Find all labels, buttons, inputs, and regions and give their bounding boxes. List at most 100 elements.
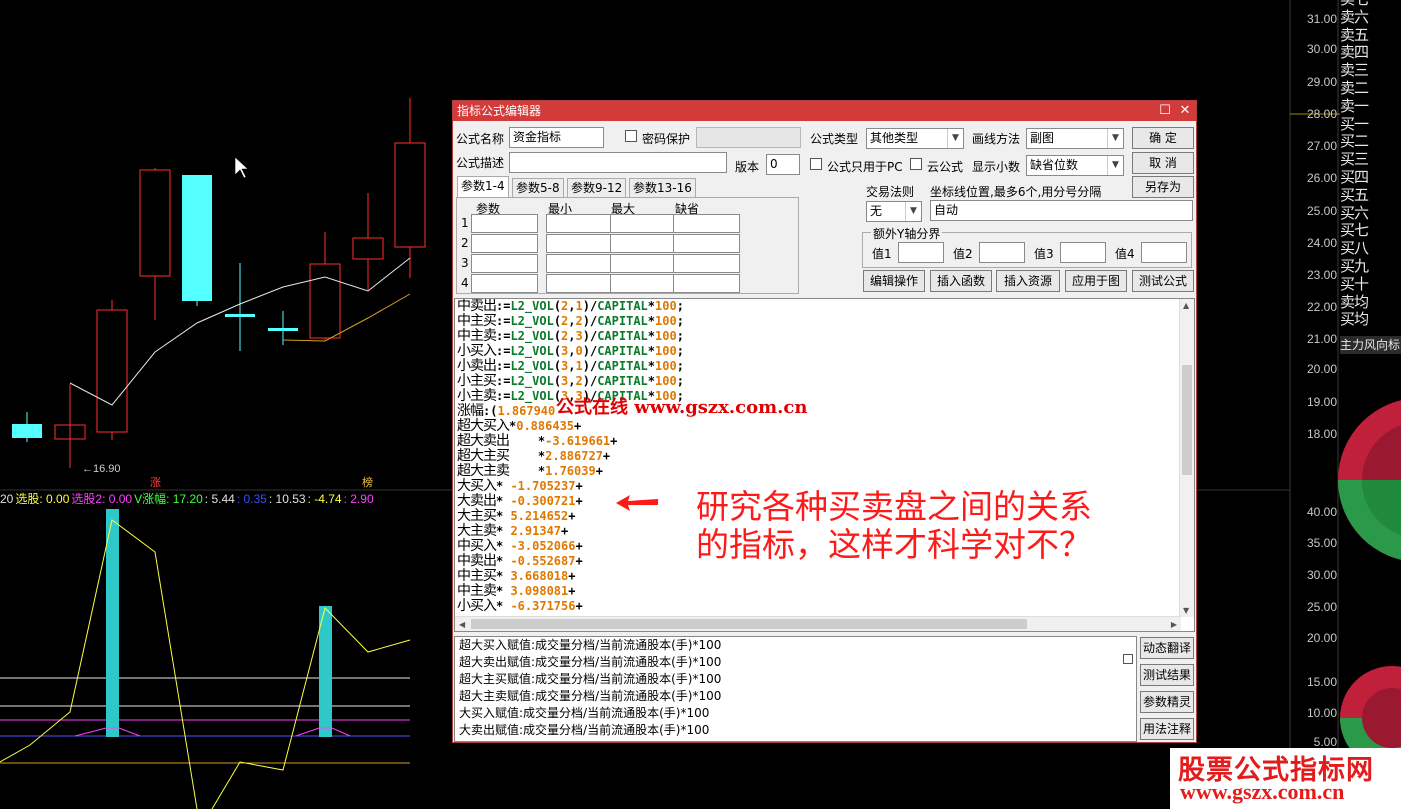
close-icon[interactable]: ✕	[1176, 101, 1194, 121]
horizontal-scroll-thumb[interactable]	[471, 619, 1027, 629]
param-cell-input[interactable]	[673, 254, 740, 273]
code-token: +	[595, 464, 603, 478]
extra-y-value-input[interactable]	[1060, 242, 1106, 263]
param-cell-input[interactable]	[673, 234, 740, 253]
cancel-button[interactable]: 取 消	[1132, 152, 1194, 174]
horizontal-scrollbar[interactable]: ◀ ▶	[455, 616, 1181, 631]
decimals-select[interactable]: 缺省位数 ▼	[1026, 155, 1124, 176]
trade-rule-select[interactable]: 无 ▼	[866, 201, 922, 222]
param-cell-input[interactable]	[546, 254, 613, 273]
scroll-right-icon[interactable]: ▶	[1171, 620, 1177, 629]
main-wind-label[interactable]: 主力风向标	[1340, 336, 1401, 354]
param-cell-input[interactable]	[471, 274, 538, 293]
vertical-scrollbar[interactable]: ▲ ▼	[1179, 299, 1194, 617]
code-token: *	[647, 314, 656, 328]
formula-name-input[interactable]: 资金指标	[509, 127, 604, 148]
tool-button[interactable]: 插入函数	[930, 270, 992, 292]
code-token: )/	[582, 359, 598, 373]
scroll-up-icon[interactable]: ▲	[1183, 301, 1189, 310]
vertical-scroll-thumb[interactable]	[1182, 365, 1192, 475]
code-token: *	[496, 479, 511, 493]
tool-button[interactable]: 应用于图	[1065, 270, 1127, 292]
order-book-row: 买六	[1340, 203, 1369, 222]
code-token: 100	[655, 359, 677, 373]
code-token: CAPITAL	[597, 344, 648, 358]
maximize-icon[interactable]: ☐	[1156, 101, 1174, 121]
code-token: 小主卖	[457, 388, 497, 404]
tab-params-13-16[interactable]: 参数13-16	[629, 178, 696, 199]
code-token: (	[553, 359, 562, 373]
param-cell-input[interactable]	[546, 274, 613, 293]
param-cell-input[interactable]	[673, 274, 740, 293]
code-token: :=	[496, 389, 511, 403]
draw-method-select[interactable]: 副图 ▼	[1026, 128, 1124, 149]
candle	[394, 142, 426, 248]
param-cell-input[interactable]	[610, 254, 677, 273]
side-button[interactable]: 测试结果	[1140, 664, 1194, 686]
param-cell-input[interactable]	[546, 214, 613, 233]
code-token: 0.886435	[516, 419, 575, 433]
code-token: +	[561, 524, 569, 538]
code-token: *	[496, 584, 511, 598]
indicator-value: 选股2: 0.00	[71, 492, 133, 506]
code-token: 1	[575, 299, 583, 313]
chevron-down-icon: ▼	[947, 129, 963, 148]
formula-description-panel[interactable]: 超大买入赋值:成交量分档/当前流通股本(手)*100 超大卖出赋值:成交量分档/当…	[454, 636, 1137, 742]
param-cell-input[interactable]	[471, 214, 538, 233]
param-cell-input[interactable]	[471, 254, 538, 273]
tool-button[interactable]: 测试公式	[1132, 270, 1194, 292]
cloud-checkbox[interactable]	[910, 158, 922, 170]
formula-type-select[interactable]: 其他类型 ▼	[866, 128, 964, 149]
code-token: 中主买	[457, 568, 497, 584]
brand-url: www.gszx.com.cn	[1180, 779, 1345, 804]
param-cell-input[interactable]	[673, 214, 740, 233]
scroll-down-icon[interactable]: ▼	[1183, 606, 1189, 615]
indicator-axis-tick: 15.00	[1306, 675, 1337, 689]
price-axis-tick: 20.00	[1306, 362, 1337, 376]
password-input[interactable]	[696, 127, 801, 148]
save-as-button[interactable]: 另存为	[1132, 176, 1194, 198]
code-token: ;	[676, 374, 684, 388]
extra-y-value-input[interactable]	[898, 242, 944, 263]
password-checkbox[interactable]	[625, 130, 637, 142]
ok-button[interactable]: 确 定	[1132, 127, 1194, 149]
tab-params-5-8[interactable]: 参数5-8	[512, 178, 564, 199]
candle	[12, 424, 42, 438]
desc-scroll-indicator[interactable]	[1123, 654, 1133, 664]
code-token: -0.552687	[510, 554, 576, 568]
code-token: ,	[568, 359, 576, 373]
code-token: 大主卖	[457, 523, 497, 539]
code-token: 超大主买	[457, 448, 510, 464]
scroll-left-icon[interactable]: ◀	[459, 620, 465, 629]
code-token: :=	[496, 299, 511, 313]
pc-only-checkbox[interactable]	[810, 158, 822, 170]
extra-y-group: 额外Y轴分界 值1 值2 值3 值4	[862, 225, 1192, 268]
extra-y-value-label: 值2	[953, 247, 973, 261]
code-token: )/	[582, 314, 598, 328]
order-book-row: 买五	[1340, 185, 1369, 204]
extra-y-value-input[interactable]	[1141, 242, 1187, 263]
param-cell-input[interactable]	[546, 234, 613, 253]
side-button[interactable]: 参数精灵	[1140, 691, 1194, 713]
tab-params-1-4[interactable]: 参数1-4	[457, 176, 509, 199]
version-input[interactable]: 0	[766, 154, 800, 175]
ind-bar	[106, 509, 119, 737]
tool-button[interactable]: 插入资源	[996, 270, 1060, 292]
formula-code-editor[interactable]: 中卖出:=L2_VOL(2,1)/CAPITAL*100; 中主买:=L2_VOL…	[454, 298, 1195, 632]
param-cell-input[interactable]	[610, 234, 677, 253]
extra-y-value-input[interactable]	[979, 242, 1025, 263]
side-button[interactable]: 动态翻译	[1140, 637, 1194, 659]
tool-button[interactable]: 编辑操作	[863, 270, 925, 292]
code-token: *	[509, 449, 546, 463]
code-token: -0.300721	[510, 494, 576, 508]
coord-input[interactable]: 自动	[930, 200, 1193, 221]
param-cell-input[interactable]	[610, 214, 677, 233]
side-button[interactable]: 用法注释	[1140, 718, 1194, 740]
param-cell-input[interactable]	[610, 274, 677, 293]
tab-params-9-12[interactable]: 参数9-12	[567, 178, 627, 199]
code-token: -1.705237	[510, 479, 576, 493]
param-cell-input[interactable]	[471, 234, 538, 253]
chevron-down-icon: ▼	[1107, 129, 1123, 148]
description-input[interactable]	[509, 152, 727, 173]
dialog-title-bar[interactable]: 指标公式编辑器 ☐ ✕	[453, 101, 1196, 121]
